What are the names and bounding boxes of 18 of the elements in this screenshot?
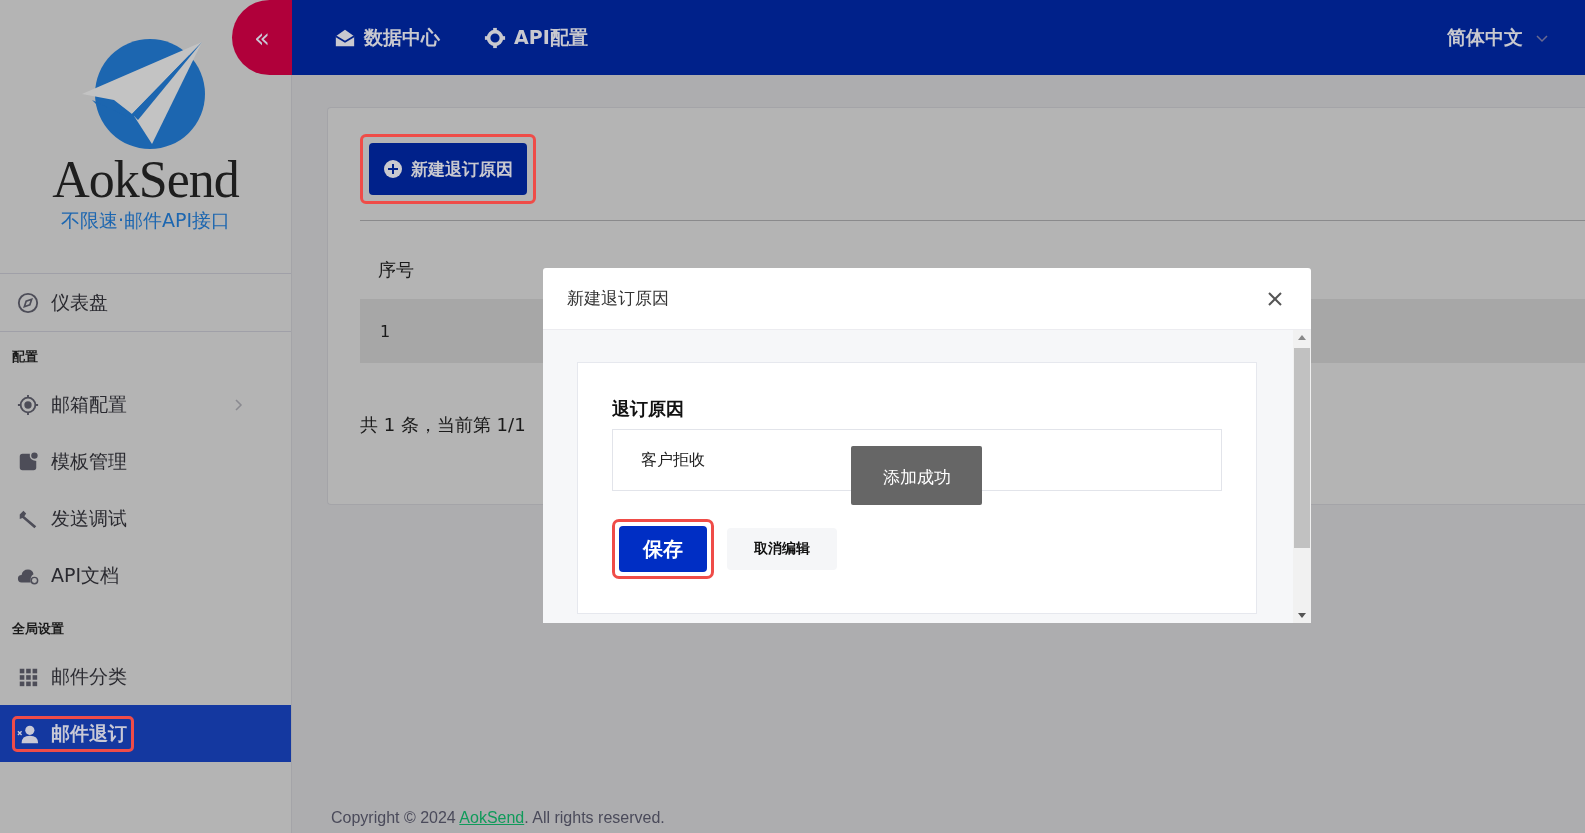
table-cell: 1 bbox=[380, 321, 391, 341]
field-label: 退订原因 bbox=[612, 397, 685, 421]
logo-wordmark: AokSend bbox=[52, 154, 239, 206]
menu-label: 模板管理 bbox=[51, 448, 127, 474]
copyright-text: Copyright © 2024 AokSend. All rights reserved. bbox=[330, 809, 666, 828]
menu-label: 仪表盘 bbox=[51, 289, 108, 315]
menu-label: 发送调试 bbox=[51, 505, 127, 531]
logo-tagline: 不限速·邮件API接口 bbox=[60, 208, 231, 233]
menu-section-title: 配置 bbox=[11, 348, 39, 366]
menu-section-title: 全局设置 bbox=[11, 620, 65, 638]
dialog-title: 新建退订原因 bbox=[567, 287, 669, 310]
menu-label: API文档 bbox=[51, 562, 120, 588]
menu-label: 邮件分类 bbox=[51, 663, 127, 689]
column-header: 序号 bbox=[378, 258, 414, 282]
menu-label: 邮箱配置 bbox=[51, 391, 127, 417]
menu-label: 邮件退订 bbox=[51, 720, 127, 746]
success-toast: 添加成功 bbox=[851, 446, 982, 505]
pagination-info: 共 1 条，当前第 1/1 bbox=[360, 413, 527, 437]
